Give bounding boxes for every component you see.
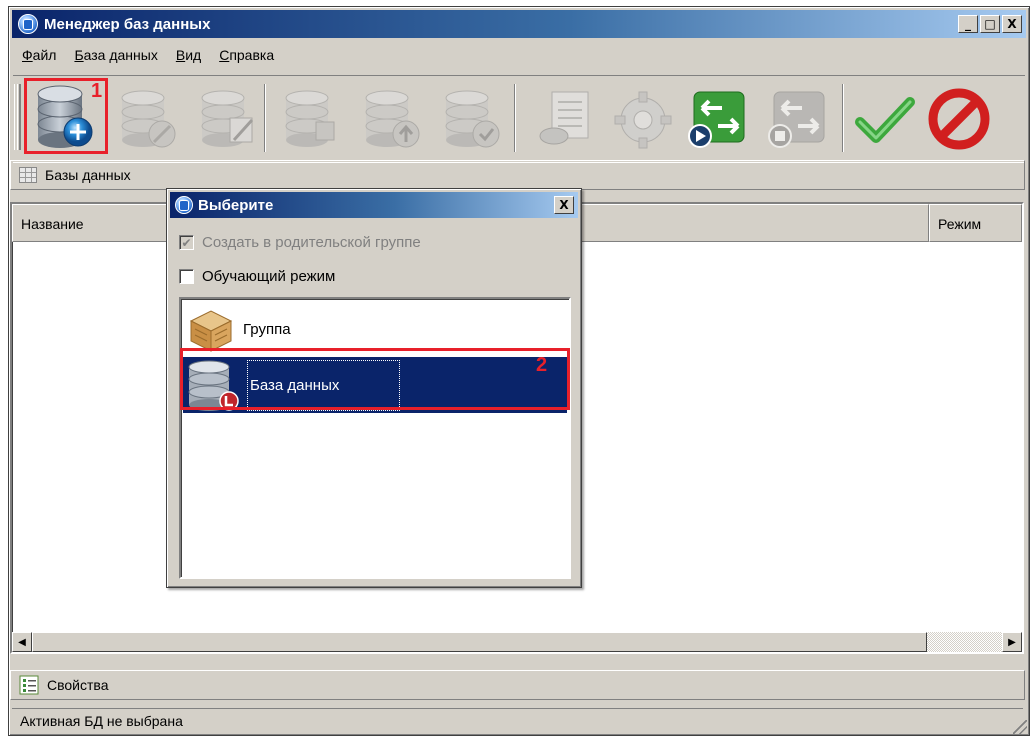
parent-group-checkbox[interactable]: ✔ — [179, 235, 194, 250]
import-gray-icon[interactable] — [764, 86, 832, 152]
menu-database[interactable]: База данных — [65, 45, 166, 67]
parent-group-checkbox-row[interactable]: ✔ Создать в родительской группе — [179, 234, 421, 251]
maximize-button[interactable]: □ — [980, 15, 1000, 33]
object-type-list[interactable]: Группа База данных — [179, 297, 571, 579]
training-mode-label: Обучающий режим — [202, 268, 336, 285]
annotation-marker-2: 2 — [536, 354, 548, 376]
menu-view[interactable]: Вид — [167, 45, 210, 67]
gear-icon[interactable] — [612, 88, 674, 152]
annotation-box-2 — [180, 348, 570, 410]
status-bar: Активная БД не выбрана — [12, 708, 1023, 732]
toolbar-separator — [514, 84, 516, 152]
scroll-track[interactable] — [927, 632, 1002, 652]
import-green-icon[interactable] — [684, 86, 752, 152]
annotation-marker-1: 1 — [91, 80, 103, 102]
properties-panel-header[interactable]: Свойства — [10, 670, 1025, 700]
scroll-right-button[interactable]: ▶ — [1002, 632, 1022, 652]
dialog-app-icon — [175, 196, 193, 214]
scroll-thumb[interactable] — [32, 632, 927, 652]
menu-help[interactable]: Справка — [210, 45, 283, 67]
cancel-icon[interactable] — [926, 86, 992, 152]
databases-panel-title: Базы данных — [45, 167, 131, 183]
table-icon — [19, 167, 37, 183]
menu-file[interactable]: Файл — [13, 45, 65, 67]
scroll-left-button[interactable]: ◀ — [12, 632, 32, 652]
column-mode-header[interactable]: Режим — [929, 204, 1022, 242]
properties-panel-title: Свойства — [47, 677, 109, 693]
parent-group-label: Создать в родительской группе — [202, 234, 421, 251]
database-copy-icon[interactable] — [280, 88, 350, 152]
database-check-icon[interactable] — [440, 88, 510, 152]
minimize-button[interactable]: _ — [958, 15, 978, 33]
document-icon[interactable] — [530, 88, 600, 152]
database-delete-icon[interactable] — [116, 88, 186, 152]
database-edit-icon[interactable] — [196, 88, 266, 152]
title-bar[interactable]: Менеджер баз данных _ □ X — [12, 10, 1026, 38]
window-title: Менеджер баз данных — [44, 15, 211, 33]
menu-bar: Файл База данных Вид Справка — [13, 45, 283, 67]
horizontal-scrollbar[interactable]: ◀ ▶ — [12, 632, 1022, 652]
box-icon — [189, 310, 233, 352]
databases-panel-header: Базы данных — [10, 160, 1025, 190]
training-mode-checkbox[interactable] — [179, 269, 194, 284]
resize-grip[interactable] — [1013, 720, 1027, 734]
dialog-title: Выберите — [198, 196, 274, 214]
app-icon — [18, 14, 38, 34]
status-text: Активная БД не выбрана — [20, 712, 183, 729]
list-item-group-label: Группа — [243, 320, 291, 338]
close-button[interactable]: X — [1002, 15, 1022, 33]
database-up-icon[interactable] — [360, 88, 430, 152]
properties-icon — [19, 675, 39, 695]
dialog-title-bar[interactable]: Выберите X — [170, 192, 578, 218]
checkmark-icon[interactable] — [852, 92, 918, 148]
toolbar-separator — [842, 84, 844, 152]
dialog-close-button[interactable]: X — [554, 196, 574, 214]
training-mode-checkbox-row[interactable]: Обучающий режим — [179, 268, 335, 285]
toolbar-grip[interactable] — [14, 84, 21, 150]
